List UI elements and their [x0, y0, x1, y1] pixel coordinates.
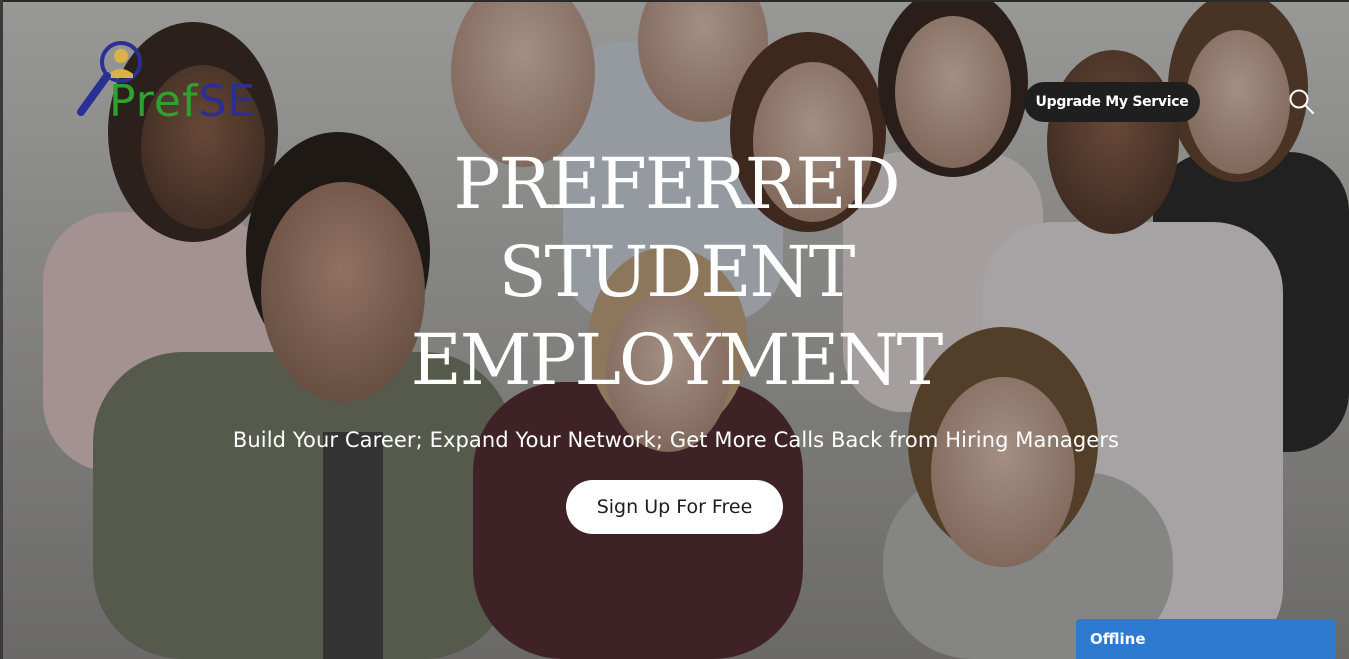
hero-title-line-2: STUDENT	[498, 231, 856, 313]
site-logo[interactable]: PrefSE	[75, 38, 260, 138]
hero-title: PREFERRED STUDENT EMPLOYMENT	[3, 140, 1349, 404]
hero-title-line-3: EMPLOYMENT	[410, 319, 944, 401]
chat-status-label: Offline	[1090, 630, 1146, 648]
logo-text-pref: Pref	[109, 76, 199, 127]
hero-title-line-1: PREFERRED	[453, 143, 900, 225]
hero-subtitle: Build Your Career; Expand Your Network; …	[232, 428, 1120, 452]
sign-up-button[interactable]: Sign Up For Free	[566, 480, 783, 534]
logo-text-se: SE	[198, 76, 257, 127]
logo-text: PrefSE	[109, 80, 256, 124]
page: PrefSE Upgrade My Service PREFERRED STUD…	[0, 0, 1349, 659]
hero-section: PrefSE Upgrade My Service PREFERRED STUD…	[3, 2, 1349, 659]
search-icon[interactable]	[1288, 88, 1316, 116]
chat-widget-tab[interactable]: Offline	[1076, 619, 1335, 659]
upgrade-my-service-button[interactable]: Upgrade My Service	[1024, 82, 1200, 122]
